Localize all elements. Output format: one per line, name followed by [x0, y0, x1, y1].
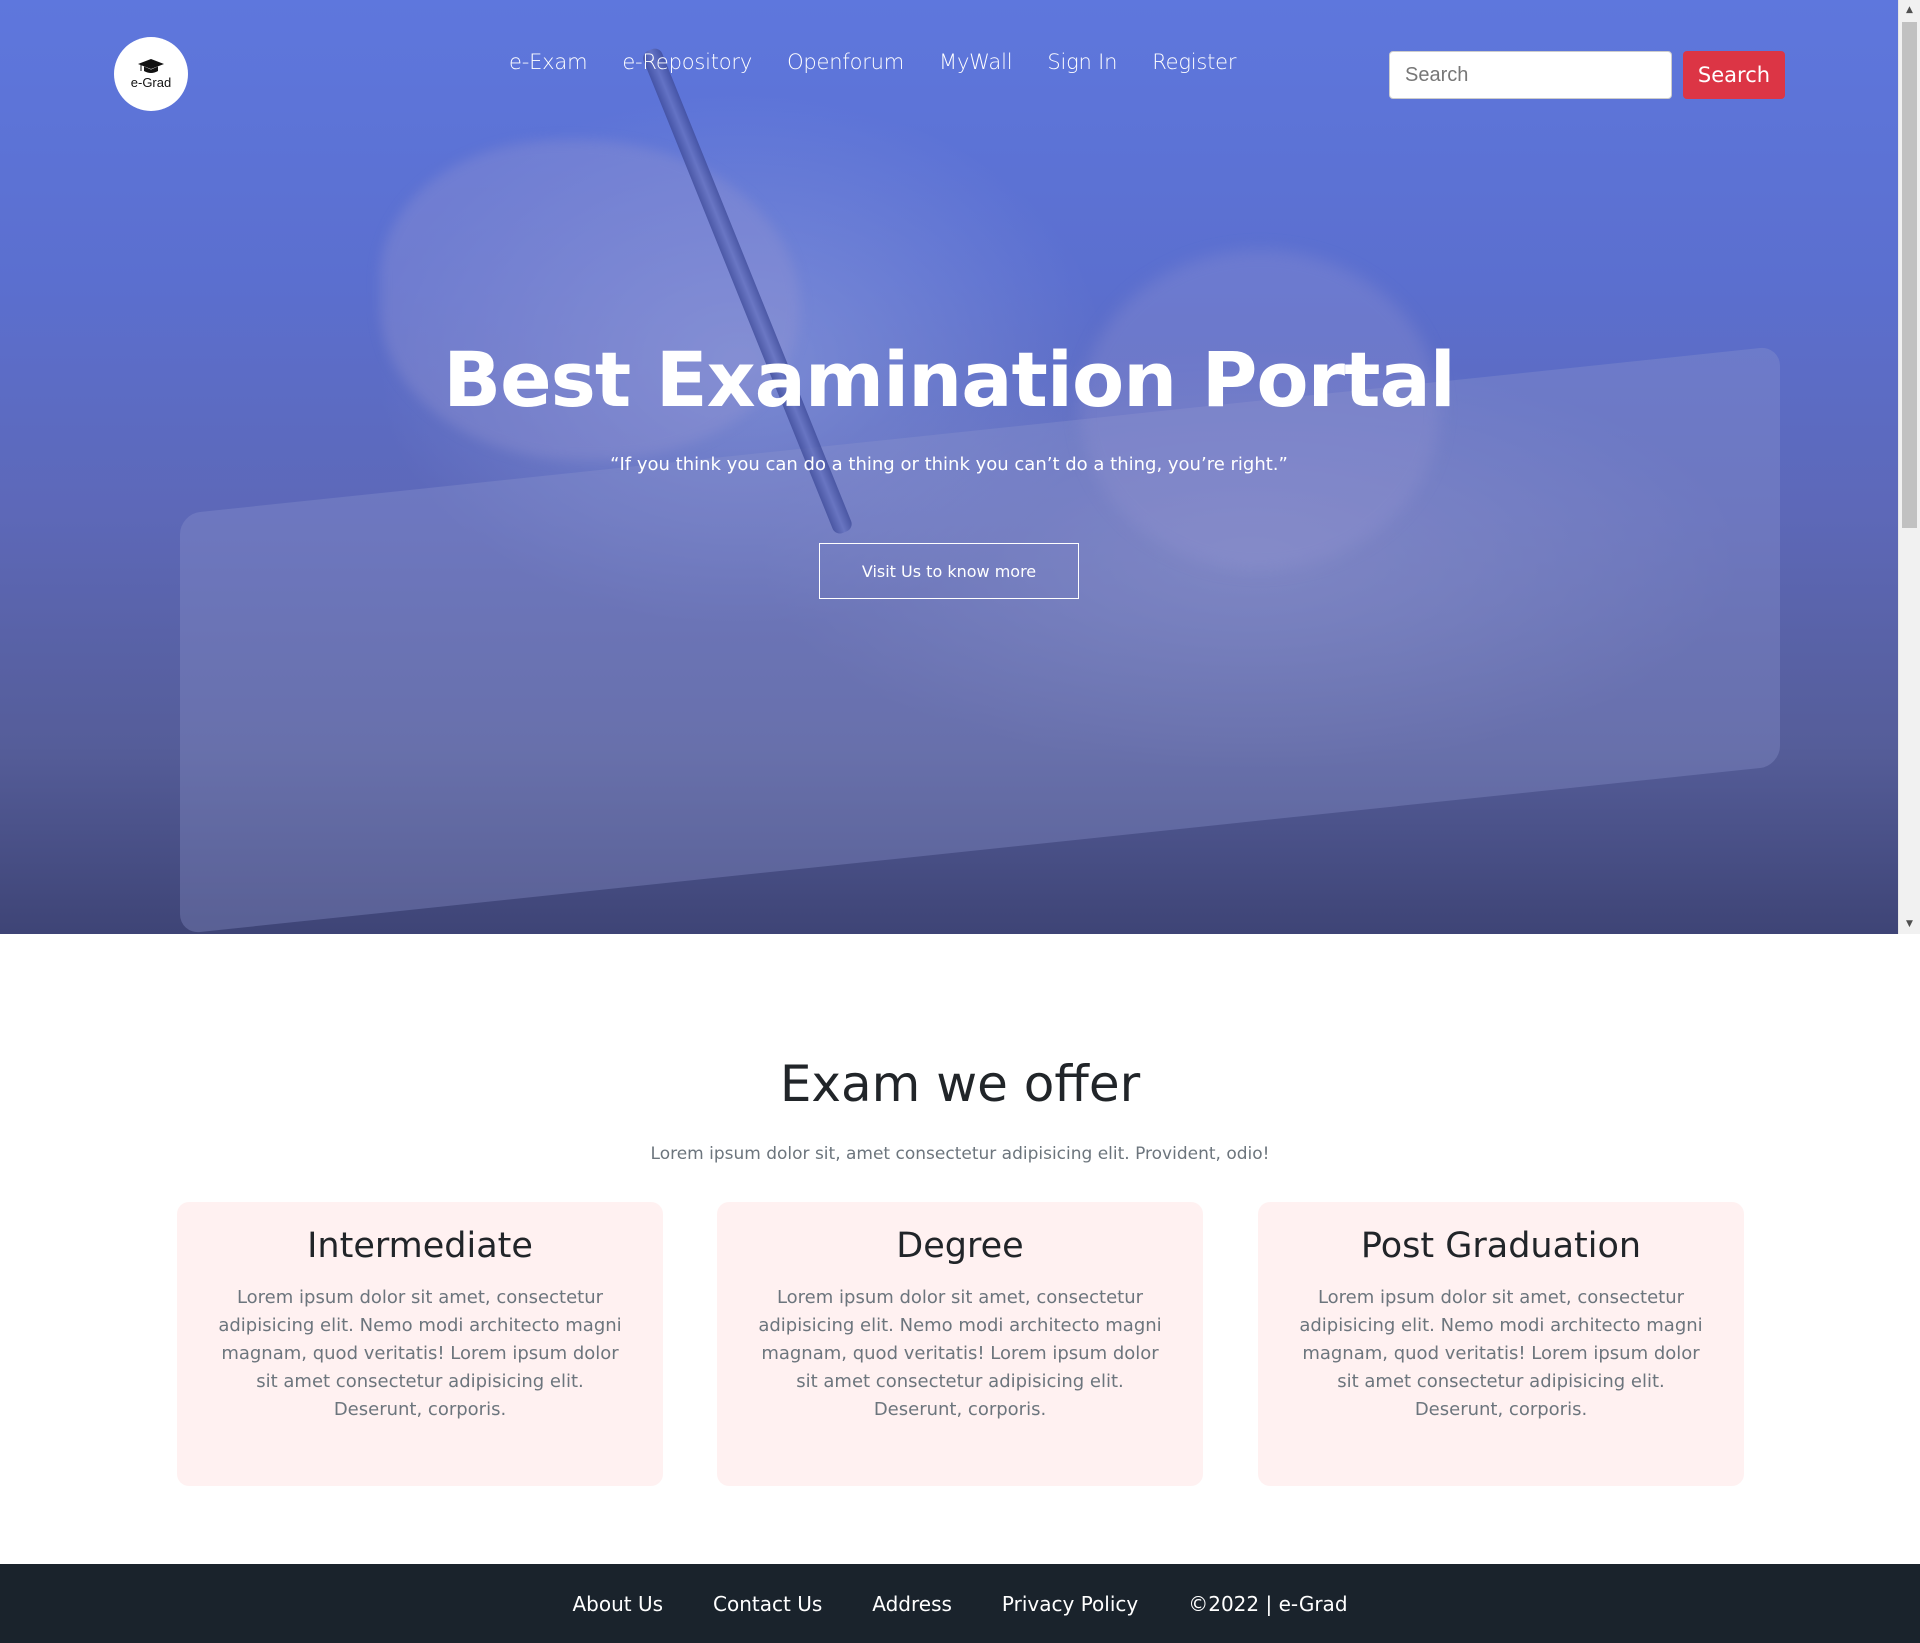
graduation-cap-icon: [138, 58, 164, 73]
hero-section: e-Grad e-Exam e-Repository Openforum MyW…: [0, 0, 1898, 934]
hero-quote: “If you think you can do a thing or thin…: [610, 454, 1288, 475]
offer-card-title: Intermediate: [307, 1226, 533, 1266]
footer-link-about-us[interactable]: About Us: [572, 1592, 663, 1616]
visit-us-button[interactable]: Visit Us to know more: [819, 543, 1079, 599]
nav-link-register[interactable]: Register: [1152, 50, 1236, 74]
offer-card-title: Post Graduation: [1360, 1226, 1642, 1266]
nav-link-openforum[interactable]: Openforum: [787, 50, 904, 74]
offer-card-intermediate: Intermediate Lorem ipsum dolor sit amet,…: [177, 1202, 663, 1486]
nav-link-e-exam[interactable]: e-Exam: [509, 50, 588, 74]
offer-card-post-graduation: Post Graduation Lorem ipsum dolor sit am…: [1258, 1202, 1744, 1486]
offers-title: Exam we offer: [779, 1055, 1141, 1113]
offer-card-text: Lorem ipsum dolor sit amet, consectetur …: [1299, 1287, 1703, 1420]
hero-title: Best Examination Portal: [443, 335, 1456, 424]
scroll-down-arrow-icon[interactable]: ▼: [1899, 914, 1920, 934]
nav-link-mywall[interactable]: MyWall: [939, 50, 1013, 74]
scrollbar-thumb[interactable]: [1902, 22, 1917, 528]
scroll-up-arrow-icon[interactable]: ▲: [1899, 0, 1920, 20]
search-input[interactable]: [1389, 51, 1672, 99]
nav-link-e-repository[interactable]: e-Repository: [622, 50, 752, 74]
hero-background-paper: [180, 345, 1780, 934]
offer-card-text: Lorem ipsum dolor sit amet, consectetur …: [218, 1287, 622, 1420]
footer-link-contact-us[interactable]: Contact Us: [713, 1592, 822, 1616]
offer-card-text: Lorem ipsum dolor sit amet, consectetur …: [758, 1287, 1162, 1420]
site-footer: About Us Contact Us Address Privacy Poli…: [0, 1564, 1920, 1643]
offer-card-title: Degree: [896, 1226, 1024, 1266]
offer-card-degree: Degree Lorem ipsum dolor sit amet, conse…: [717, 1202, 1203, 1486]
main-nav: e-Exam e-Repository Openforum MyWall Sig…: [509, 50, 1271, 74]
page-scrollbar[interactable]: ▲ ▼: [1898, 0, 1920, 934]
search-button[interactable]: Search: [1683, 51, 1785, 99]
footer-link-privacy-policy[interactable]: Privacy Policy: [1002, 1592, 1138, 1616]
brand-logo-text: e-Grad: [130, 74, 172, 90]
footer-copyright: ©2022 | e-Grad: [1188, 1591, 1348, 1616]
brand-logo[interactable]: e-Grad: [114, 37, 188, 111]
footer-link-address[interactable]: Address: [872, 1592, 952, 1616]
offers-subtitle: Lorem ipsum dolor sit, amet consectetur …: [650, 1144, 1270, 1164]
nav-link-sign-in[interactable]: Sign In: [1047, 50, 1117, 74]
